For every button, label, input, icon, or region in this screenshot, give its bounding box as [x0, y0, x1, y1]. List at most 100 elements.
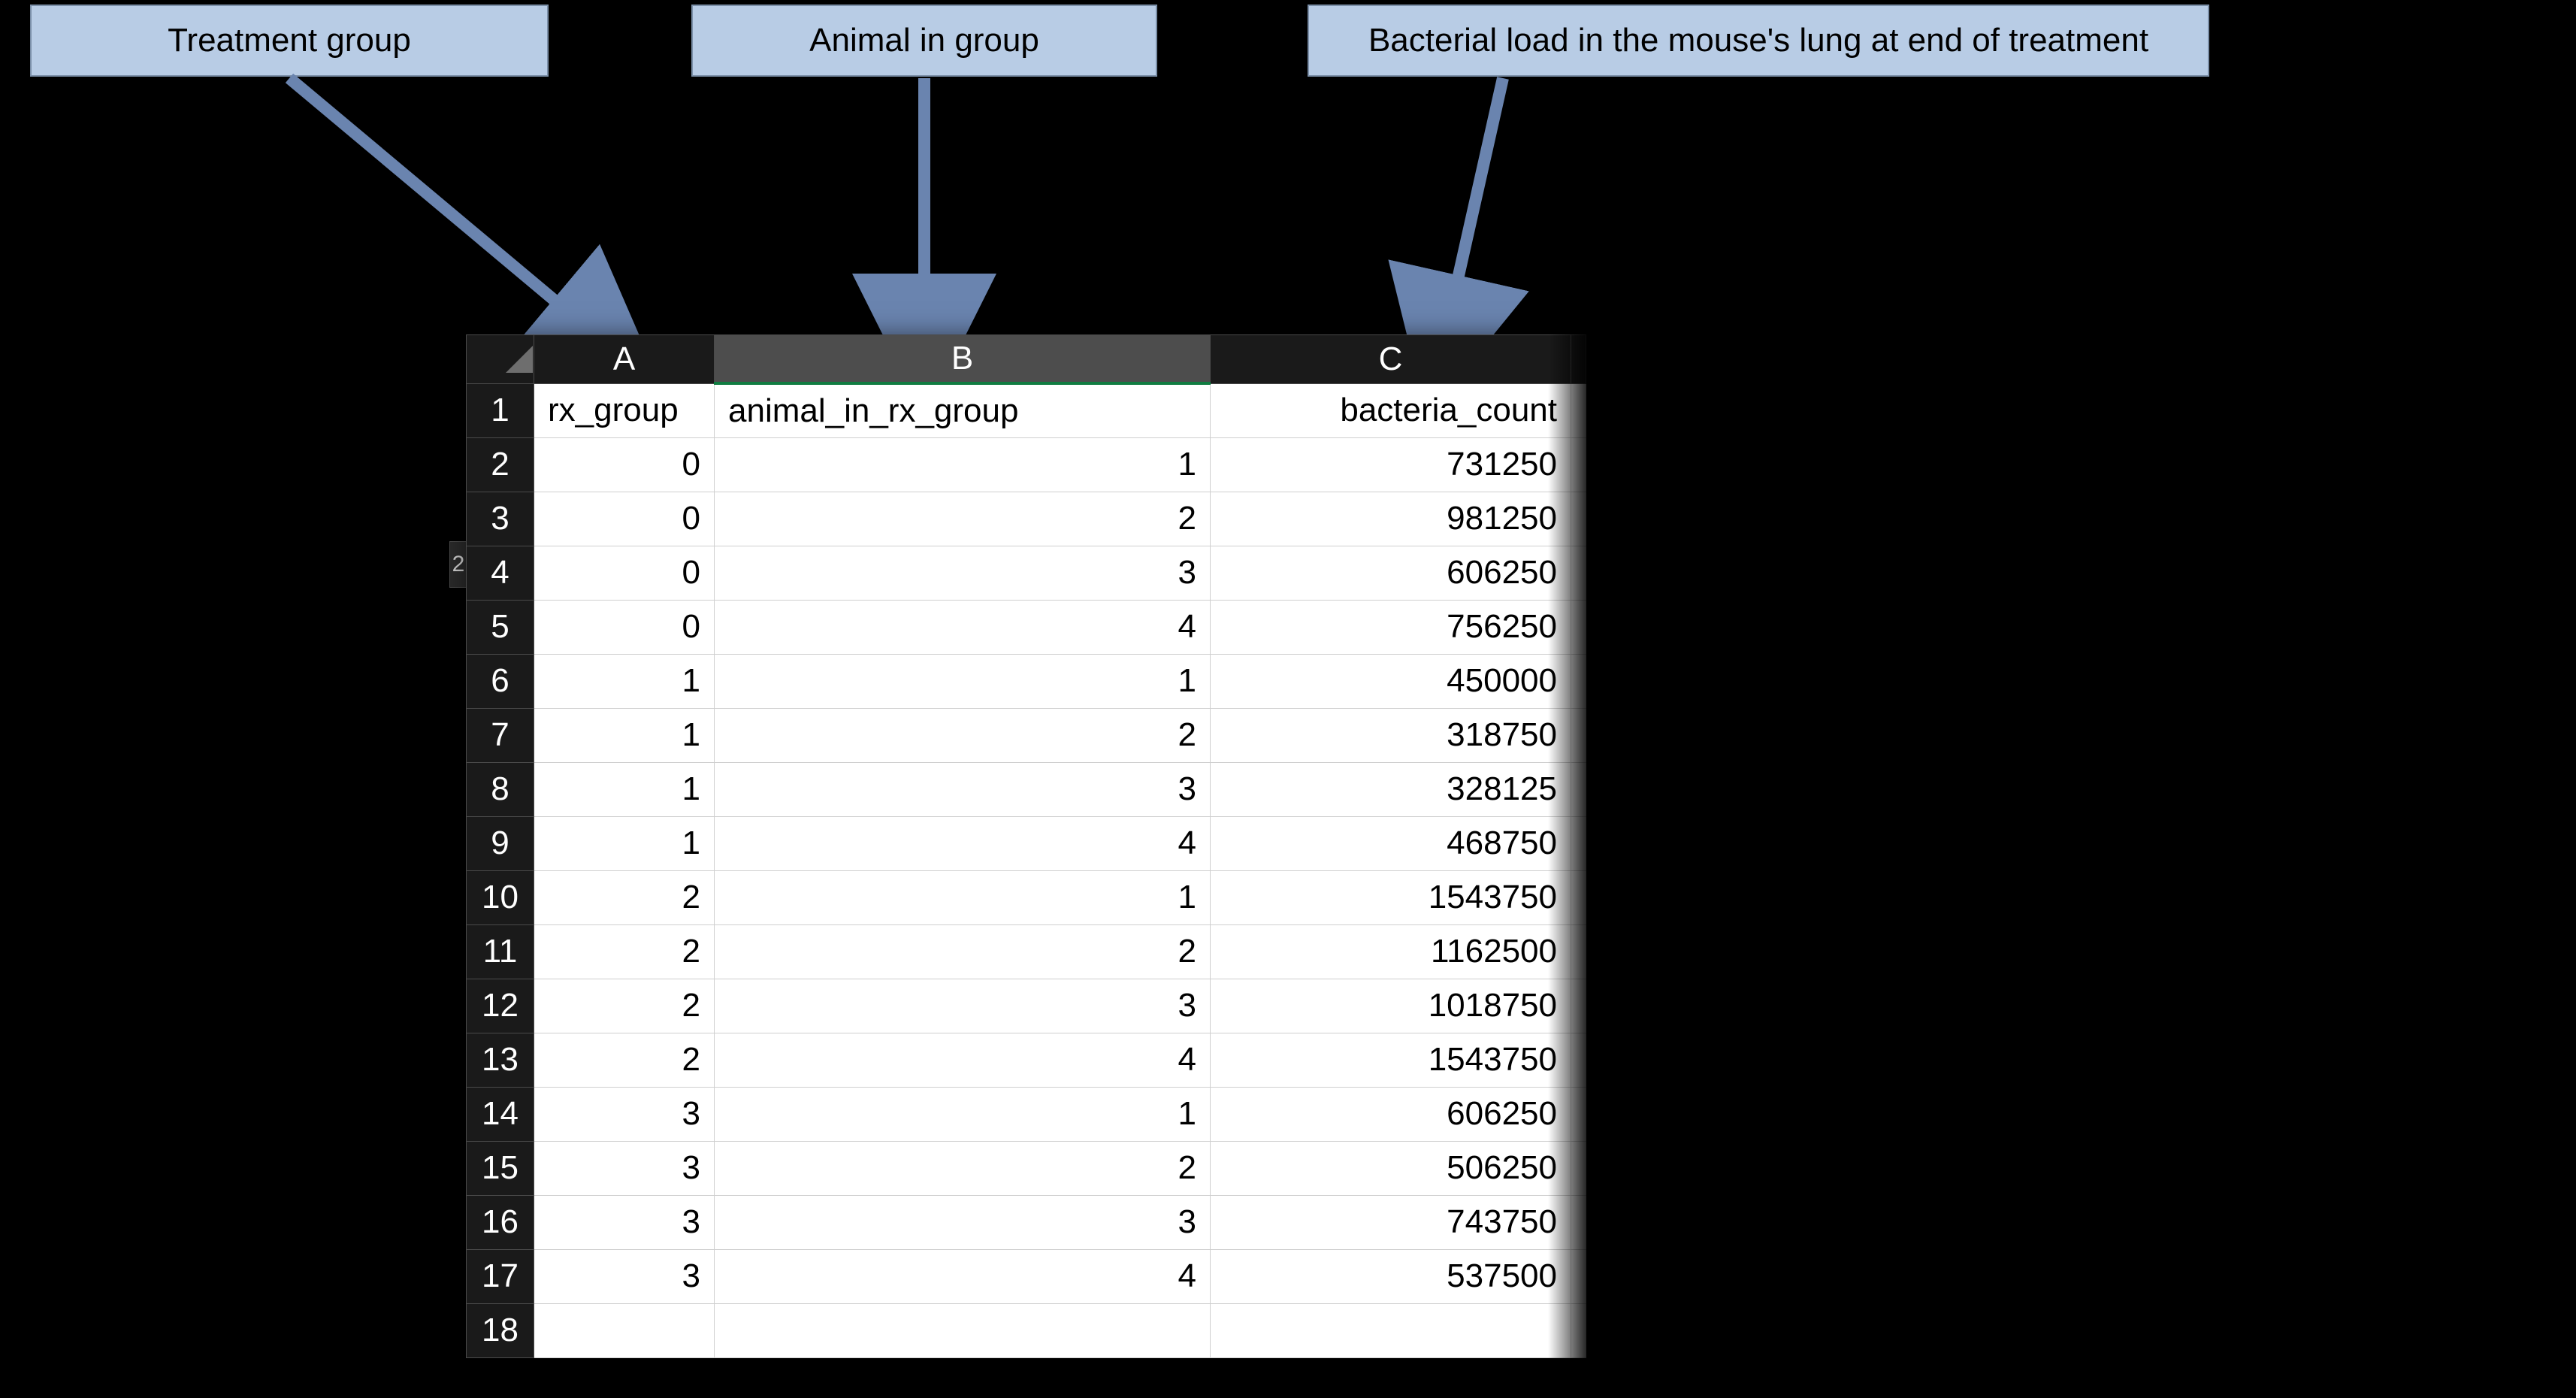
- cell[interactable]: 537500: [1211, 1249, 1571, 1303]
- cell-text: 0: [682, 554, 700, 591]
- row-header[interactable]: 12: [467, 979, 534, 1033]
- cell[interactable]: 2: [534, 979, 715, 1033]
- table-row: 9 1 4 468750: [467, 816, 1586, 870]
- cell[interactable]: 4: [715, 816, 1211, 870]
- cell[interactable]: 756250: [1211, 600, 1571, 654]
- cell[interactable]: [715, 1303, 1211, 1357]
- cell[interactable]: 1: [715, 870, 1211, 924]
- cell[interactable]: 2: [715, 924, 1211, 979]
- table-row: 15 3 2 506250: [467, 1141, 1586, 1195]
- row-num-label: 14: [482, 1095, 519, 1132]
- cell[interactable]: 2: [715, 492, 1211, 546]
- left-tab-stub: 2: [449, 541, 467, 588]
- cell[interactable]: 4: [715, 600, 1211, 654]
- row-header[interactable]: 4: [467, 546, 534, 600]
- row-header[interactable]: 5: [467, 600, 534, 654]
- cell[interactable]: 2: [534, 1033, 715, 1087]
- cell[interactable]: 2: [534, 870, 715, 924]
- cell[interactable]: 0: [534, 600, 715, 654]
- cell-text: 537500: [1447, 1257, 1557, 1294]
- cell[interactable]: 450000: [1211, 654, 1571, 708]
- cell-text: 3: [682, 1149, 700, 1186]
- cell[interactable]: 1162500: [1211, 924, 1571, 979]
- cell[interactable]: 506250: [1211, 1141, 1571, 1195]
- cell[interactable]: 606250: [1211, 546, 1571, 600]
- cell-b1[interactable]: animal_in_rx_group: [715, 383, 1211, 437]
- cell[interactable]: 2: [715, 708, 1211, 762]
- row-header[interactable]: 13: [467, 1033, 534, 1087]
- row-num-label: 15: [482, 1149, 519, 1186]
- cell-text: 328125: [1447, 770, 1557, 807]
- column-c-label: C: [1379, 340, 1403, 377]
- cell[interactable]: 4: [715, 1033, 1211, 1087]
- select-all-corner[interactable]: [467, 335, 534, 384]
- cell-a1[interactable]: rx_group: [534, 383, 715, 437]
- cell-text: 1: [682, 825, 700, 861]
- cell[interactable]: [1211, 1303, 1571, 1357]
- cell[interactable]: 1: [715, 654, 1211, 708]
- cell[interactable]: 4: [715, 1249, 1211, 1303]
- row-header[interactable]: 16: [467, 1195, 534, 1249]
- cell[interactable]: 1: [534, 708, 715, 762]
- cell[interactable]: 3: [715, 762, 1211, 816]
- cell[interactable]: 731250: [1211, 437, 1571, 492]
- stage: Treatment group Animal in group Bacteria…: [0, 0, 2576, 1398]
- row-num-label: 1: [491, 392, 509, 428]
- row-header[interactable]: 11: [467, 924, 534, 979]
- row-header[interactable]: 14: [467, 1087, 534, 1141]
- cell[interactable]: 1543750: [1211, 1033, 1571, 1087]
- cell[interactable]: 3: [715, 1195, 1211, 1249]
- cell[interactable]: 1: [534, 816, 715, 870]
- row-header[interactable]: 9: [467, 816, 534, 870]
- cell[interactable]: 3: [534, 1249, 715, 1303]
- cell[interactable]: 3: [534, 1141, 715, 1195]
- column-b-label: B: [951, 340, 973, 377]
- row-header[interactable]: 18: [467, 1303, 534, 1357]
- cell[interactable]: 0: [534, 492, 715, 546]
- cell[interactable]: 1: [715, 437, 1211, 492]
- cell[interactable]: 3: [715, 546, 1211, 600]
- cell-c1[interactable]: bacteria_count: [1211, 383, 1571, 437]
- cell[interactable]: 3: [715, 979, 1211, 1033]
- cell[interactable]: 0: [534, 437, 715, 492]
- column-header-b[interactable]: B: [715, 335, 1211, 384]
- row-header[interactable]: 2: [467, 437, 534, 492]
- cell-text: rx_group: [548, 392, 679, 428]
- row-header[interactable]: 15: [467, 1141, 534, 1195]
- cell[interactable]: 743750: [1211, 1195, 1571, 1249]
- cell[interactable]: 1: [715, 1087, 1211, 1141]
- cell[interactable]: 0: [534, 546, 715, 600]
- row-num-label: 10: [482, 879, 519, 915]
- column-header-a[interactable]: A: [534, 335, 715, 384]
- table-row: 11 2 2 1162500: [467, 924, 1586, 979]
- cell[interactable]: 2: [715, 1141, 1211, 1195]
- cell-text: 1162500: [1431, 933, 1557, 970]
- bottom-fade: [466, 1375, 1593, 1398]
- cell[interactable]: 981250: [1211, 492, 1571, 546]
- row-num-label: 8: [491, 770, 509, 807]
- cell[interactable]: 1018750: [1211, 979, 1571, 1033]
- cell[interactable]: 2: [534, 924, 715, 979]
- cell[interactable]: 468750: [1211, 816, 1571, 870]
- cell[interactable]: 328125: [1211, 762, 1571, 816]
- cell-gutter: [1571, 546, 1586, 600]
- cell[interactable]: 3: [534, 1087, 715, 1141]
- spreadsheet[interactable]: A B C 1 rx_group animal_in_rx_group bact…: [466, 334, 1586, 1358]
- row-header[interactable]: 1: [467, 383, 534, 437]
- row-header[interactable]: 7: [467, 708, 534, 762]
- column-a-label: A: [613, 340, 635, 377]
- row-header[interactable]: 17: [467, 1249, 534, 1303]
- row-header[interactable]: 10: [467, 870, 534, 924]
- row-header[interactable]: 6: [467, 654, 534, 708]
- row-header[interactable]: 3: [467, 492, 534, 546]
- row-header[interactable]: 8: [467, 762, 534, 816]
- cell[interactable]: [534, 1303, 715, 1357]
- cell-text: 743750: [1447, 1203, 1557, 1240]
- cell[interactable]: 1: [534, 654, 715, 708]
- cell[interactable]: 1: [534, 762, 715, 816]
- cell[interactable]: 3: [534, 1195, 715, 1249]
- cell[interactable]: 318750: [1211, 708, 1571, 762]
- cell[interactable]: 606250: [1211, 1087, 1571, 1141]
- column-header-c[interactable]: C: [1211, 335, 1571, 384]
- cell[interactable]: 1543750: [1211, 870, 1571, 924]
